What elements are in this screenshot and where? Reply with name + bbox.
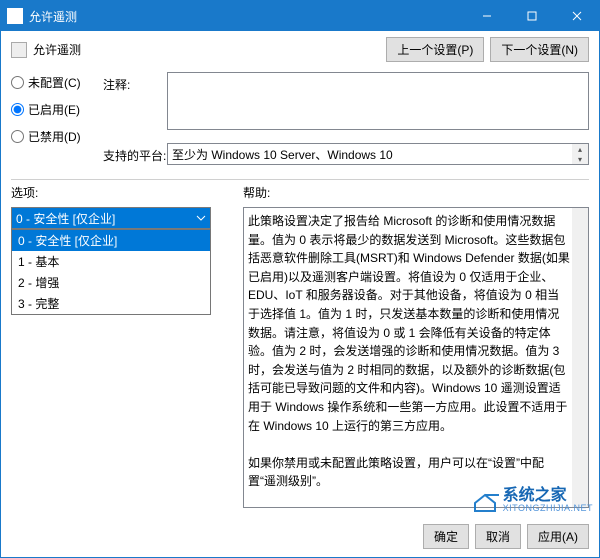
maximize-button[interactable]	[509, 1, 554, 31]
window-icon	[7, 8, 23, 24]
radio-disabled-label: 已禁用(D)	[28, 128, 81, 145]
scroll-up-icon: ▴	[572, 144, 588, 154]
platform-scrollbar[interactable]: ▴ ▾	[572, 144, 588, 164]
policy-icon	[11, 42, 27, 58]
supported-platform-text: 至少为 Windows 10 Server、Windows 10	[172, 146, 393, 163]
radio-disabled[interactable]: 已禁用(D)	[11, 128, 103, 145]
window-title: 允许遥测	[29, 8, 464, 25]
next-setting-button[interactable]: 下一个设置(N)	[490, 37, 589, 62]
scroll-down-icon: ▾	[572, 154, 588, 164]
radio-not-configured-input[interactable]	[11, 76, 24, 89]
minimize-icon	[482, 11, 492, 21]
chevron-down-icon	[196, 212, 206, 226]
apply-button[interactable]: 应用(A)	[527, 524, 589, 549]
radio-enabled[interactable]: 已启用(E)	[11, 101, 103, 118]
radio-not-configured[interactable]: 未配置(C)	[11, 74, 103, 91]
dropdown-option-3[interactable]: 3 - 完整	[12, 293, 210, 314]
help-paragraph-2: 如果你禁用或未配置此策略设置，用户可以在“设置”中配置“遥测级别”。	[248, 454, 570, 491]
titlebar: 允许遥测	[1, 1, 599, 31]
combobox-selected-text: 0 - 安全性 [仅企业]	[16, 210, 115, 227]
radio-enabled-label: 已启用(E)	[28, 101, 80, 118]
close-button[interactable]	[554, 1, 599, 31]
radio-enabled-input[interactable]	[11, 103, 24, 116]
help-paragraph-1: 此策略设置决定了报告给 Microsoft 的诊断和使用情况数据量。值为 0 表…	[248, 212, 570, 435]
dropdown-option-2[interactable]: 2 - 增强	[12, 272, 210, 293]
supported-platform-label: 支持的平台:	[103, 143, 167, 164]
supported-platform-value: 至少为 Windows 10 Server、Windows 10 ▴ ▾	[167, 143, 589, 165]
telemetry-level-dropdown: 0 - 安全性 [仅企业] 1 - 基本 2 - 增强 3 - 完整	[11, 229, 211, 315]
help-text-box: 此策略设置决定了报告给 Microsoft 的诊断和使用情况数据量。值为 0 表…	[243, 207, 589, 508]
options-label: 选项:	[11, 184, 243, 201]
policy-subtitle: 允许遥测	[33, 41, 386, 58]
cancel-button[interactable]: 取消	[475, 524, 521, 549]
comment-input[interactable]	[167, 72, 589, 130]
divider	[11, 179, 589, 180]
previous-setting-button[interactable]: 上一个设置(P)	[386, 37, 484, 62]
policy-editor-window: 允许遥测 允许遥测 上一个设置(P) 下一个设置(N)	[0, 0, 600, 558]
close-icon	[572, 11, 582, 21]
help-scrollbar[interactable]	[572, 208, 588, 507]
dialog-button-bar: 确定 取消 应用(A)	[1, 516, 599, 557]
maximize-icon	[527, 11, 537, 21]
radio-not-configured-label: 未配置(C)	[28, 74, 81, 91]
state-radio-group: 未配置(C) 已启用(E) 已禁用(D)	[11, 72, 103, 173]
comment-label: 注释:	[103, 72, 167, 93]
telemetry-level-combobox[interactable]: 0 - 安全性 [仅企业]	[11, 207, 211, 229]
dropdown-option-1[interactable]: 1 - 基本	[12, 251, 210, 272]
ok-button[interactable]: 确定	[423, 524, 469, 549]
dropdown-option-0[interactable]: 0 - 安全性 [仅企业]	[12, 230, 210, 251]
minimize-button[interactable]	[464, 1, 509, 31]
help-label: 帮助:	[243, 184, 589, 201]
radio-disabled-input[interactable]	[11, 130, 24, 143]
